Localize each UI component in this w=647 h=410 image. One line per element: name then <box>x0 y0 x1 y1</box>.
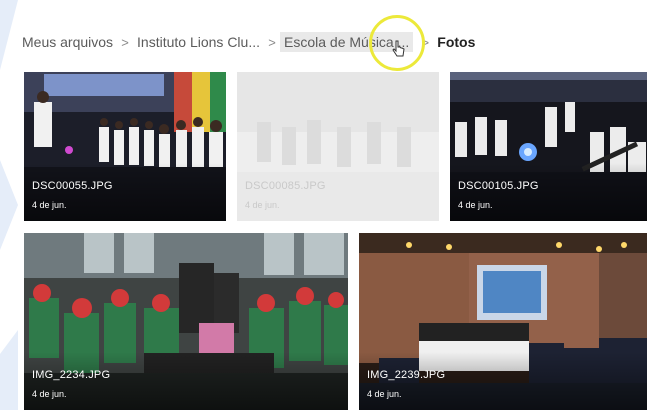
photo-date: 4 de jun. <box>32 389 67 399</box>
photo-filename: IMG_2234.JPG <box>32 369 111 381</box>
photo-tile[interactable]: DSC00055.JPG 4 de jun. <box>24 72 226 221</box>
photo-tile[interactable]: IMG_2239.JPG 4 de jun. <box>359 233 647 410</box>
breadcrumb-item-escola[interactable]: Escola de Música ... <box>280 32 414 52</box>
photo-filename: DSC00055.JPG <box>32 180 113 192</box>
photo-date: 4 de jun. <box>245 200 280 210</box>
chevron-right-icon: > <box>121 34 129 50</box>
breadcrumb-item-fotos: Fotos <box>437 34 476 50</box>
photo-filename: IMG_2239.JPG <box>367 369 446 381</box>
caption-gradient <box>237 163 439 221</box>
caption-gradient <box>359 352 647 410</box>
caption-gradient <box>24 352 348 410</box>
photo-filename: DSC00085.JPG <box>245 180 326 192</box>
photo-date: 4 de jun. <box>458 200 493 210</box>
edge-decoration <box>0 0 18 70</box>
breadcrumb: Meus arquivos > Instituto Lions Clu... >… <box>22 31 475 53</box>
edge-decoration <box>0 330 18 410</box>
caption-gradient <box>450 163 647 221</box>
breadcrumb-item-meus-arquivos[interactable]: Meus arquivos <box>22 32 113 52</box>
photo-date: 4 de jun. <box>367 389 402 399</box>
photo-tile[interactable]: IMG_2234.JPG 4 de jun. <box>24 233 348 410</box>
caption-gradient <box>24 163 226 221</box>
edge-decoration <box>0 160 18 250</box>
photo-tile[interactable]: DSC00085.JPG 4 de jun. <box>237 72 439 221</box>
breadcrumb-item-instituto[interactable]: Instituto Lions Clu... <box>137 32 260 52</box>
photo-tile[interactable]: DSC00105.JPG 4 de jun. <box>450 72 647 221</box>
chevron-right-icon: > <box>421 34 430 50</box>
photo-filename: DSC00105.JPG <box>458 180 539 192</box>
photo-date: 4 de jun. <box>32 200 67 210</box>
